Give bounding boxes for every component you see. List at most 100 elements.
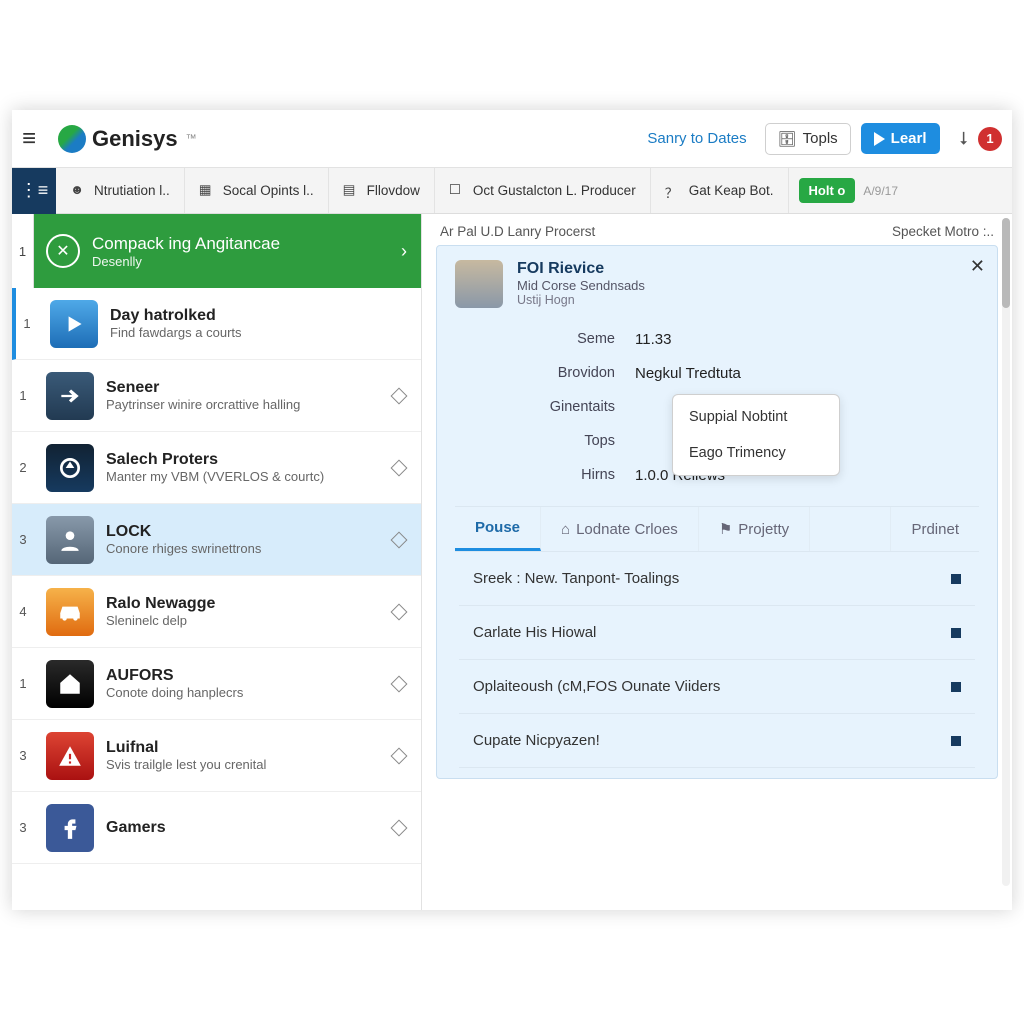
list-sub: Conore rhiges swrinettrons xyxy=(106,541,393,556)
person-icon: ☻ xyxy=(70,182,88,200)
notification-badge[interactable]: 1 xyxy=(978,127,1002,151)
diamond-icon xyxy=(391,531,408,548)
header-link[interactable]: Sanry to Dates xyxy=(647,130,746,147)
flag-icon: ⚑ xyxy=(719,520,732,538)
list-index: 3 xyxy=(12,820,34,835)
brand-name: Genisys xyxy=(92,126,178,152)
field-key: Tops xyxy=(515,433,615,449)
row-text: Cupate Nicpyazen! xyxy=(473,732,600,749)
detail-row[interactable]: Carlate His Hiowal xyxy=(459,606,975,660)
list-item[interactable]: 1Day hatrolkedFind fawdargs a courts xyxy=(12,288,421,360)
field-value: Negkul Tredtuta xyxy=(635,365,741,382)
right-panel: Ar Pal U.D Lanry Procerst Specket Motro … xyxy=(422,214,1012,910)
left-panel: 1 ✕ Compack ing Angitancae Desenlly › 1 D… xyxy=(12,214,422,910)
help-icon: ？ xyxy=(665,182,683,200)
tabs-row: ⋮≡ ☻Ntrutiation l.. ▦Socal Opints l.. ▤ F… xyxy=(12,168,1012,214)
list-index: 1 xyxy=(12,388,34,403)
diamond-icon xyxy=(391,819,408,836)
tab-4[interactable]: ？Gat Keap Bot. xyxy=(651,168,789,213)
detail-rows: Sreek : New. Tanpont- Toalings Carlate Hi… xyxy=(455,552,979,768)
list-index: 1 xyxy=(12,676,34,691)
topls-button[interactable]: 🗄 Topls xyxy=(765,123,851,155)
list-item[interactable]: 2Salech ProtersManter my VBM (VVERLOS & … xyxy=(12,432,421,504)
diamond-icon xyxy=(391,459,408,476)
list-item[interactable]: 3LuifnalSvis trailgle lest you crenital xyxy=(12,720,421,792)
status-pill[interactable]: Holt o xyxy=(799,178,856,203)
tab-3[interactable]: ☐Oct Gustalcton L. Producer xyxy=(435,168,651,213)
item-list: 1Day hatrolkedFind fawdargs a courts1Sen… xyxy=(12,288,421,864)
play-icon xyxy=(50,300,98,348)
field-key: Seme xyxy=(515,331,615,347)
menu-icon[interactable]: ≡ xyxy=(22,125,52,153)
photo-icon xyxy=(46,516,94,564)
field-value: 11.33 xyxy=(635,331,671,348)
square-icon xyxy=(951,628,961,638)
header: ≡ Genisys ™ Sanry to Dates 🗄 Topls Learl… xyxy=(12,110,1012,168)
list-title: Seneer xyxy=(106,379,393,397)
tab-0[interactable]: ☻Ntrutiation l.. xyxy=(56,168,185,213)
diamond-icon xyxy=(391,747,408,764)
detail-row[interactable]: Cupate Nicpyazen! xyxy=(459,714,975,768)
list-title: Day hatrolked xyxy=(110,307,421,325)
detail-tab-0-label: Pouse xyxy=(475,519,520,536)
field-key: Hirns xyxy=(515,467,615,483)
detail-row[interactable]: Sreek : New. Tanpont- Toalings xyxy=(459,552,975,606)
list-item[interactable]: 1 AUFORSConote doing hanplecrs xyxy=(12,648,421,720)
tab-2[interactable]: ▤ Fllovdow xyxy=(329,168,435,213)
learl-button[interactable]: Learl xyxy=(861,123,940,154)
document-icon: ▤ xyxy=(343,182,361,200)
detail-tab-1[interactable]: ⌂Lodnate Crloes xyxy=(541,507,699,551)
banner[interactable]: 1 ✕ Compack ing Angitancae Desenlly › xyxy=(12,214,421,288)
row-text: Oplaiteoush (cM,FOS Ounate Viiders xyxy=(473,678,720,695)
list-sub: Paytrinser winire orcrattive halling xyxy=(106,397,393,412)
card-sub1: Mid Corse Sendnsads xyxy=(517,278,645,293)
grid-icon: ▦ xyxy=(199,182,217,200)
brand-logo[interactable]: Genisys ™ xyxy=(58,125,197,153)
close-icon[interactable]: ✕ xyxy=(970,256,985,277)
tab-date: A/9/17 xyxy=(863,184,898,198)
field-key: Ginentaits xyxy=(515,399,615,415)
tab-2-label: Fllovdow xyxy=(367,183,420,198)
diamond-icon xyxy=(391,387,408,404)
list-item[interactable]: 3LOCKConore rhiges swrinettrons xyxy=(12,504,421,576)
row-text: Carlate His Hiowal xyxy=(473,624,596,641)
list-sub: Sleninelc delp xyxy=(106,613,393,628)
list-sub: Conote doing hanplecrs xyxy=(106,685,393,700)
box-icon: ☐ xyxy=(449,182,467,200)
avatar xyxy=(455,260,503,308)
row-text: Sreek : New. Tanpont- Toalings xyxy=(473,570,679,587)
list-item[interactable]: 3 Gamers xyxy=(12,792,421,864)
field-key: Brovidon xyxy=(515,365,615,381)
tab-1[interactable]: ▦Socal Opints l.. xyxy=(185,168,329,213)
square-icon xyxy=(951,736,961,746)
list-title: AUFORS xyxy=(106,667,393,685)
archive-icon: ⌂ xyxy=(561,521,570,538)
list-title: Gamers xyxy=(106,819,393,837)
square-icon xyxy=(951,682,961,692)
logo-mark-icon xyxy=(58,125,86,153)
list-item[interactable]: 4 Ralo NewaggeSleninelc delp xyxy=(12,576,421,648)
scrollbar-thumb[interactable] xyxy=(1002,218,1010,308)
download-icon[interactable]: ⭣ xyxy=(960,128,968,149)
detail-tab-3[interactable]: Prdinet xyxy=(890,507,979,551)
list-item[interactable]: 1 SeneerPaytrinser winire orcrattive hall… xyxy=(12,360,421,432)
list-index: 4 xyxy=(12,604,34,619)
banner-sub: Desenlly xyxy=(92,254,280,269)
detail-tab-0[interactable]: Pouse xyxy=(455,507,541,551)
detail-tabs: Pouse ⌂Lodnate Crloes ⚑ Projetty Prdinet xyxy=(455,506,979,552)
play-icon xyxy=(874,132,885,146)
detail-row[interactable]: Oplaiteoush (cM,FOS Ounate Viiders xyxy=(459,660,975,714)
list-index: 2 xyxy=(12,460,34,475)
topls-label: Topls xyxy=(803,130,838,147)
list-index: 1 xyxy=(16,316,38,331)
detail-tab-2[interactable]: ⚑ Projetty xyxy=(699,507,810,551)
list-toggle-button[interactable]: ⋮≡ xyxy=(12,168,56,214)
popover-option-0[interactable]: Suppial Nobtint xyxy=(673,399,839,435)
popover-option-1[interactable]: Eago Trimency xyxy=(673,435,839,471)
detail-tab-2-label: Projetty xyxy=(738,521,789,538)
brand-tm: ™ xyxy=(186,133,197,145)
list-title: Luifnal xyxy=(106,739,393,757)
square-icon xyxy=(951,574,961,584)
chevron-right-icon: › xyxy=(401,241,407,262)
list-title: Ralo Newagge xyxy=(106,595,393,613)
